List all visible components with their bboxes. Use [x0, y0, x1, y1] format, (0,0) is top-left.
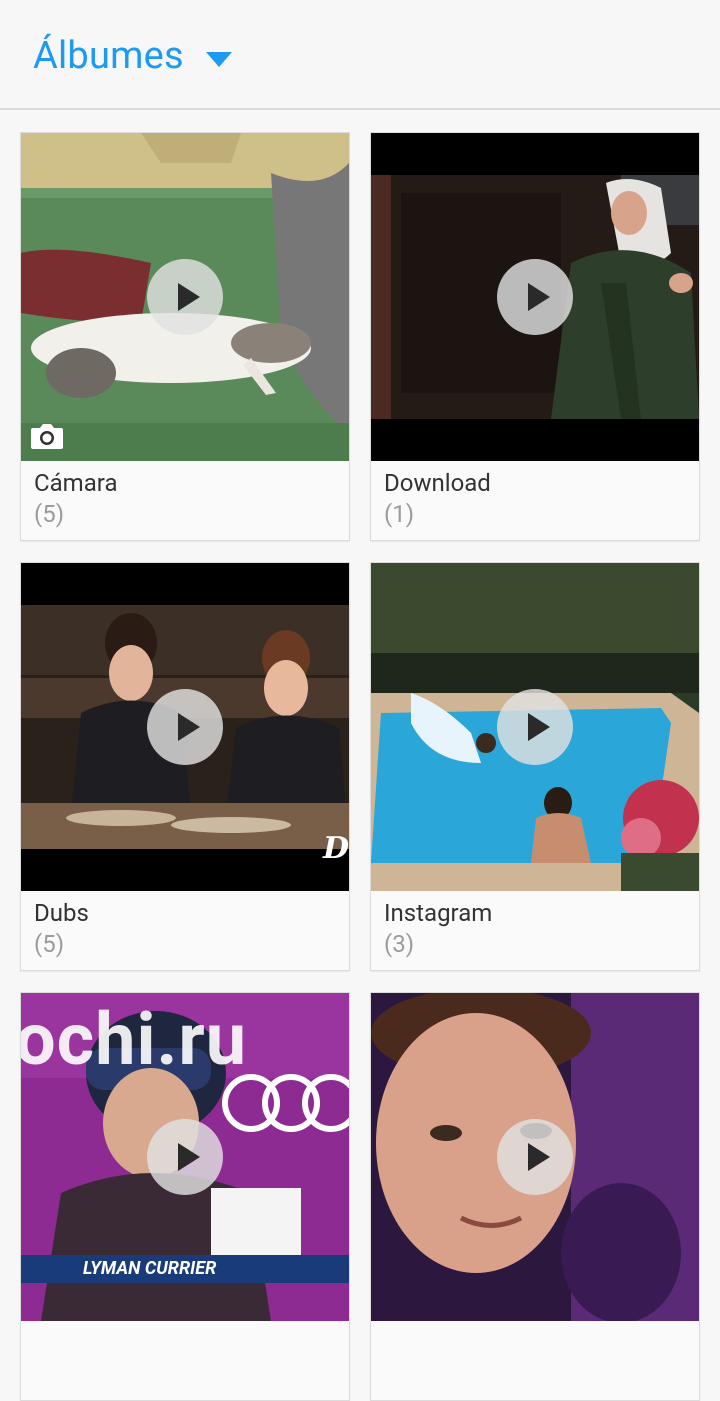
album-count: (3)	[384, 930, 415, 958]
album-thumbnail	[371, 993, 699, 1321]
play-icon	[497, 1119, 573, 1195]
album-thumbnail	[371, 563, 699, 891]
album-thumbnail: Du	[21, 563, 349, 891]
albums-title[interactable]: Álbumes	[33, 34, 184, 78]
album-card-dubs[interactable]: Du Dubs (5)	[20, 562, 350, 971]
play-icon	[497, 689, 573, 765]
camera-icon	[31, 424, 63, 449]
album-thumbnail: ochi.ru LYMAN CURRIER	[21, 993, 349, 1321]
album-thumbnail	[21, 133, 349, 461]
album-card-download[interactable]: Download (1)	[370, 132, 700, 541]
play-icon	[147, 259, 223, 335]
dubs-overlay-text: Du	[323, 831, 349, 866]
album-name: Download	[384, 469, 491, 497]
album-name: Cámara	[34, 469, 118, 497]
dropdown-caret-icon[interactable]	[206, 52, 232, 67]
album-card-6[interactable]	[370, 992, 700, 1401]
album-count: (1)	[384, 500, 415, 528]
album-count: (5)	[34, 930, 65, 958]
album-card-instagram[interactable]: Instagram (3)	[370, 562, 700, 971]
album-thumbnail	[371, 133, 699, 461]
app-header: Álbumes	[0, 0, 720, 110]
play-icon	[147, 1119, 223, 1195]
play-icon	[497, 259, 573, 335]
ski-bg-text: ochi.ru	[21, 997, 248, 1082]
album-count: (5)	[34, 500, 65, 528]
album-card-camara[interactable]: Cámara (5)	[20, 132, 350, 541]
album-card-5[interactable]: ochi.ru LYMAN CURRIER	[20, 992, 350, 1401]
ski-banner-text: LYMAN CURRIER	[83, 1258, 217, 1279]
play-icon	[147, 689, 223, 765]
album-name: Instagram	[384, 899, 493, 927]
album-name: Dubs	[34, 899, 89, 927]
